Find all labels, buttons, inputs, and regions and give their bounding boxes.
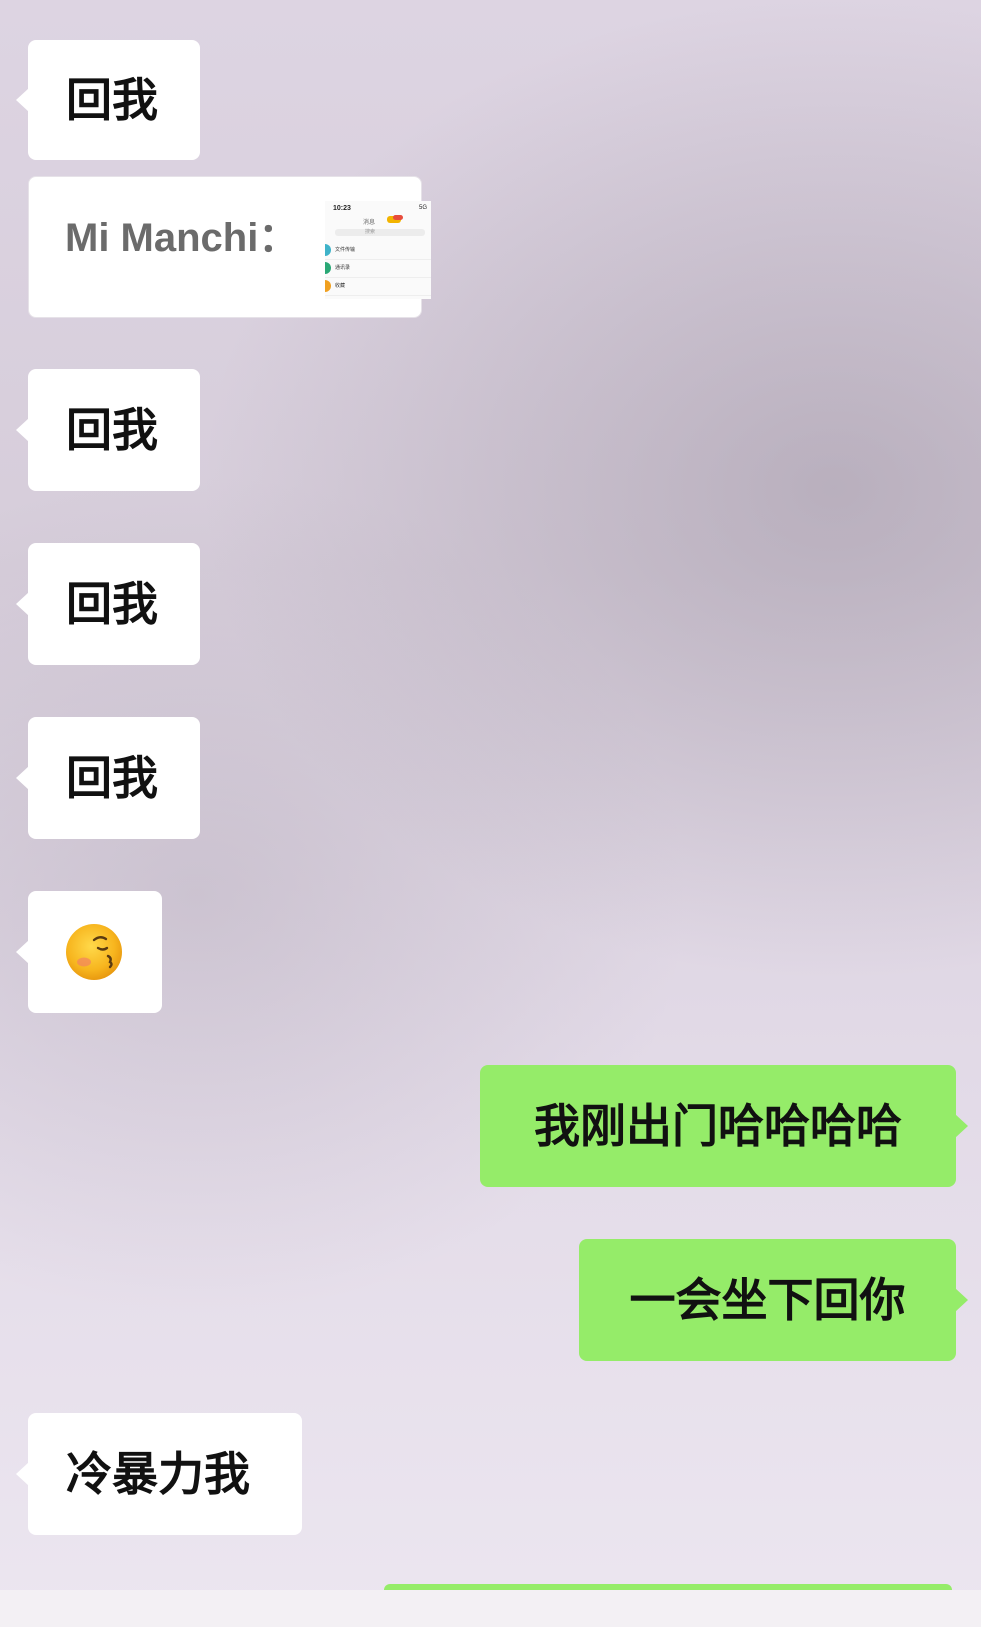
- quoted-sender-name: Mi Manchi：: [65, 216, 299, 260]
- outgoing-message-bubble[interactable]: 一会坐下回你: [579, 1239, 968, 1361]
- message-text: 回我: [66, 73, 158, 127]
- incoming-message-bubble[interactable]: 回我: [16, 40, 200, 160]
- thumb-status-signal: 5G: [418, 205, 427, 211]
- message-text: 回我: [66, 403, 158, 457]
- thumb-row-label: 收藏: [335, 283, 346, 289]
- thumb-row: 收藏: [325, 277, 431, 296]
- smirk-face-emoji: [66, 924, 122, 980]
- thumb-badge-red: [393, 215, 403, 220]
- message-text: 回我: [66, 577, 158, 631]
- quoted-image-message[interactable]: Mi Manchi： 10:23 5G 消息 搜索 文件传输 通讯录 收藏: [28, 176, 431, 318]
- message-text: 冷暴力我: [66, 1447, 250, 1501]
- incoming-message-bubble[interactable]: 回我: [16, 543, 200, 665]
- partial-outgoing-bubble: [384, 1584, 952, 1590]
- incoming-emoji-bubble[interactable]: [16, 891, 162, 1013]
- thumb-status-time: 10:23: [333, 205, 351, 212]
- thumb-avatar: [325, 280, 331, 292]
- incoming-message-bubble[interactable]: 冷暴力我: [16, 1413, 302, 1535]
- thumb-row-label: 通讯录: [335, 265, 351, 271]
- message-text: 回我: [66, 751, 158, 805]
- thumb-row-label: 文件传输: [335, 247, 356, 253]
- message-text: 一会坐下回你: [629, 1273, 906, 1327]
- incoming-message-bubble[interactable]: 回我: [16, 717, 200, 839]
- thumb-avatar: [325, 244, 331, 256]
- thumb-row: 通讯录: [325, 259, 431, 278]
- incoming-message-bubble[interactable]: 回我: [16, 369, 200, 491]
- thumb-search-bar: 搜索: [335, 229, 425, 236]
- message-text: 我刚出门哈哈哈哈: [534, 1099, 902, 1153]
- thumb-row: 文件传输: [325, 241, 431, 260]
- thumb-avatar: [325, 262, 331, 274]
- thumb-tab-label: 消息: [363, 220, 376, 226]
- input-bar-edge: [0, 1584, 981, 1627]
- screenshot-thumbnail[interactable]: 10:23 5G 消息 搜索 文件传输 通讯录 收藏: [325, 201, 431, 299]
- outgoing-message-bubble[interactable]: 我刚出门哈哈哈哈: [480, 1065, 968, 1187]
- chat-message-list[interactable]: 回我 Mi Manchi： 10:23 5G 消息 搜索 文件传输 通讯录 收藏: [0, 0, 981, 1627]
